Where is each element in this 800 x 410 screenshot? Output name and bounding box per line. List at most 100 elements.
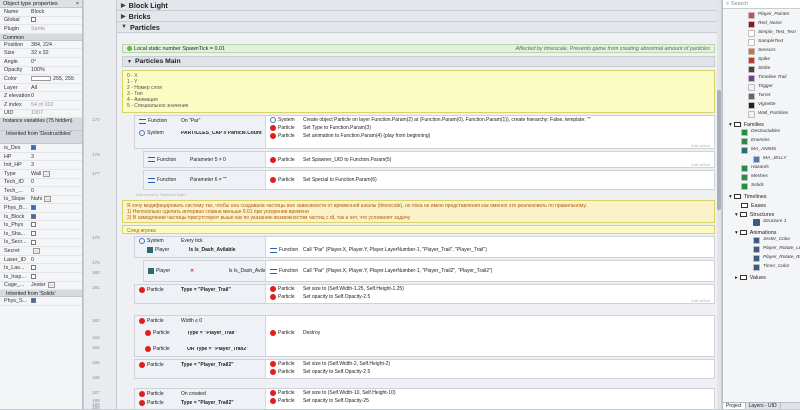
object-item[interactable]: SampleText	[723, 39, 800, 47]
condition-on-created[interactable]: Particle On created	[135, 389, 265, 398]
search-box[interactable]: ⌕ Search	[723, 0, 800, 9]
condition-or-type2[interactable]: Particle OR Type = "Player_Trail2"	[135, 341, 265, 357]
property-value[interactable]: Nahi…	[31, 196, 82, 203]
add-action-link[interactable]: Add action	[691, 162, 710, 167]
event-conditions[interactable]: System Every tick Player Is Is_Dash_Avilab…	[135, 237, 266, 257]
event-conditions[interactable]: Particle Type = "Player_Trail"	[135, 285, 266, 303]
event-dash-not-available[interactable]: Player ✕ Is Is_Dash_Avilable Function Call …	[143, 260, 715, 282]
checkbox[interactable]	[31, 145, 36, 150]
action-set-spawner-uid[interactable]: Particle Set Spawner_UID to Function.Para…	[267, 152, 714, 167]
section-common[interactable]: Common	[0, 33, 82, 41]
property-row[interactable]: Cage_... Jester…	[0, 282, 82, 291]
condition-dash-available[interactable]: Player Is Is_Dash_Avilable	[135, 245, 265, 255]
event-destroy[interactable]: Particle Width ≤ 0 Particle Type = "Player…	[134, 315, 715, 357]
browse-button[interactable]: …	[44, 196, 52, 203]
collapse-arrow-icon[interactable]: ▾	[729, 194, 732, 200]
action-set-opacity[interactable]: Particle Set opacity to Self.Opacity-2.5	[267, 293, 714, 301]
add-action-link[interactable]: Add action	[691, 298, 710, 303]
property-value[interactable]: 0	[31, 188, 82, 194]
event-trail-shrink[interactable]: Particle Type = "Player_Trail" Particle Se…	[134, 284, 715, 304]
checkbox[interactable]	[31, 222, 36, 228]
condition-type-trail2[interactable]: Particle Type = "Player_Trail2"	[135, 360, 265, 370]
object-item[interactable]: Player_Pointer	[723, 12, 800, 20]
event-conditions[interactable]: Particle On created Particle Type = "Playe…	[135, 389, 266, 409]
folder-timelines[interactable]: ▾ Timelines	[723, 192, 800, 201]
object-item[interactable]: Hazards	[723, 165, 800, 173]
property-row[interactable]: Name Block	[0, 8, 82, 17]
event-actions[interactable]: Particle Set size to (Self.Width-2, Self.…	[267, 360, 714, 378]
event-every-tick-trail[interactable]: System Every tick Player Is Is_Dash_Avilab…	[134, 236, 715, 258]
event-conditions[interactable]: Particle Width ≤ 0 Particle Type = "Player…	[135, 316, 266, 356]
object-item[interactable]: Solids	[723, 183, 800, 191]
tab-project[interactable]: Project	[723, 403, 746, 409]
group-particles-main[interactable]: ▼ Particles Main	[122, 56, 715, 67]
checkbox[interactable]	[31, 213, 36, 219]
property-row[interactable]: Phys_B...	[0, 204, 82, 213]
property-value[interactable]: 32 x 32	[31, 50, 82, 56]
property-row[interactable]: Laser_ID 0	[0, 256, 82, 265]
object-item[interactable]: Vignette	[723, 102, 800, 110]
object-item[interactable]: Enemies	[723, 138, 800, 146]
condition-on-par[interactable]: Function On "Par"	[135, 116, 265, 126]
condition-particles-cap[interactable]: System PARTICLES_CAP ≥ Particle.Count	[135, 126, 265, 140]
property-row[interactable]: Is_Sha...	[0, 230, 82, 239]
event-conditions[interactable]: Player ✕ Is Is_Dash_Avilable	[144, 261, 266, 281]
checkbox[interactable]	[31, 273, 36, 279]
comment-player-trail[interactable]: След игрока	[122, 225, 715, 234]
object-item[interactable]: Timeline Trail	[723, 75, 800, 83]
event-on-created[interactable]: Particle On created Particle Type = "Playe…	[134, 388, 715, 409]
property-value[interactable]: Block	[31, 9, 82, 15]
folder-eases[interactable]: Eases	[723, 201, 800, 210]
section-inherited-solids[interactable]: Inherited from 'Solids'	[0, 290, 82, 298]
property-value[interactable]	[31, 230, 82, 237]
folder-animations[interactable]: ▾ Animations	[723, 228, 800, 237]
object-item[interactable]: Strike	[723, 66, 800, 74]
action-destroy[interactable]: Particle Destroy	[267, 329, 714, 337]
object-item[interactable]: Red_Noise	[723, 21, 800, 29]
property-value[interactable]: 0	[31, 93, 82, 99]
comment-timescale[interactable]: Я хочу модифицировать систему так, чтобы…	[122, 200, 715, 223]
object-item[interactable]: Sensors	[723, 48, 800, 56]
event-actions[interactable]: Particle Set size to (Self.Width-10, Self…	[267, 389, 714, 409]
object-item[interactable]: Jester_Color	[723, 237, 800, 245]
event-conditions[interactable]: Function Parameter 5 ≠ 0	[144, 152, 266, 167]
object-item[interactable]: Destructables	[723, 129, 800, 137]
property-row[interactable]: Is_Secr...	[0, 239, 82, 248]
action-set-size[interactable]: Particle Set size to (Self.Width-2, Self.…	[267, 360, 714, 368]
add-event-link[interactable]: Add event to 'Particles Main'	[136, 192, 186, 197]
checkbox[interactable]	[31, 17, 36, 23]
tab-layers[interactable]: Layers - UID	[746, 403, 781, 409]
property-row[interactable]: Tech_... 0	[0, 187, 82, 196]
property-row[interactable]: Tech_ID 0	[0, 179, 82, 188]
action-set-size[interactable]: Particle Set size to (Self.Width-10, Self…	[267, 389, 714, 397]
property-row[interactable]: Init_HP 3	[0, 161, 82, 170]
folder-values[interactable]: ▸ Values	[723, 273, 800, 282]
collapse-arrow-icon[interactable]: ▾	[729, 122, 732, 128]
property-value[interactable]	[31, 213, 82, 220]
object-item[interactable]: Wall_Particles	[723, 111, 800, 119]
property-row[interactable]: Global	[0, 17, 82, 26]
expand-arrow-icon[interactable]: ▶	[121, 2, 126, 9]
browse-button[interactable]: …	[33, 248, 40, 255]
property-value[interactable]	[31, 298, 82, 304]
event-actions[interactable]: System Create object Particle on layer Fu…	[267, 116, 714, 148]
checkbox[interactable]	[31, 298, 36, 304]
property-value[interactable]	[31, 17, 82, 23]
property-value[interactable]	[31, 265, 82, 271]
add-action-link[interactable]: Add action	[691, 143, 710, 148]
static-variable-row[interactable]: Local static number SpawnTick = 0.01 Aff…	[122, 44, 715, 53]
scrollbar-thumb[interactable]	[717, 90, 721, 210]
property-row[interactable]: Is_Phys	[0, 221, 82, 231]
collapse-arrow-icon[interactable]: ▼	[121, 24, 127, 30]
object-item[interactable]: Player_Rotate_Left	[723, 246, 800, 254]
property-value[interactable]	[31, 205, 82, 211]
condition-or-type1[interactable]: Particle Type = "Player_Trail"	[135, 325, 265, 341]
section-instance-variables[interactable]: Instance variables (75 hidden)	[0, 118, 82, 132]
event-actions[interactable]: Particle Set Spawner_UID to Function.Para…	[267, 152, 714, 167]
property-value[interactable]: Wall…	[31, 170, 82, 177]
property-value[interactable]: 255, 255	[31, 76, 82, 82]
property-row[interactable]: Size 32 x 32	[0, 49, 82, 58]
action-set-size[interactable]: Particle Set size to (Self.Width-1.25, Se…	[267, 285, 714, 293]
property-value[interactable]: 384, 224	[31, 42, 82, 48]
property-value[interactable]	[31, 273, 82, 280]
